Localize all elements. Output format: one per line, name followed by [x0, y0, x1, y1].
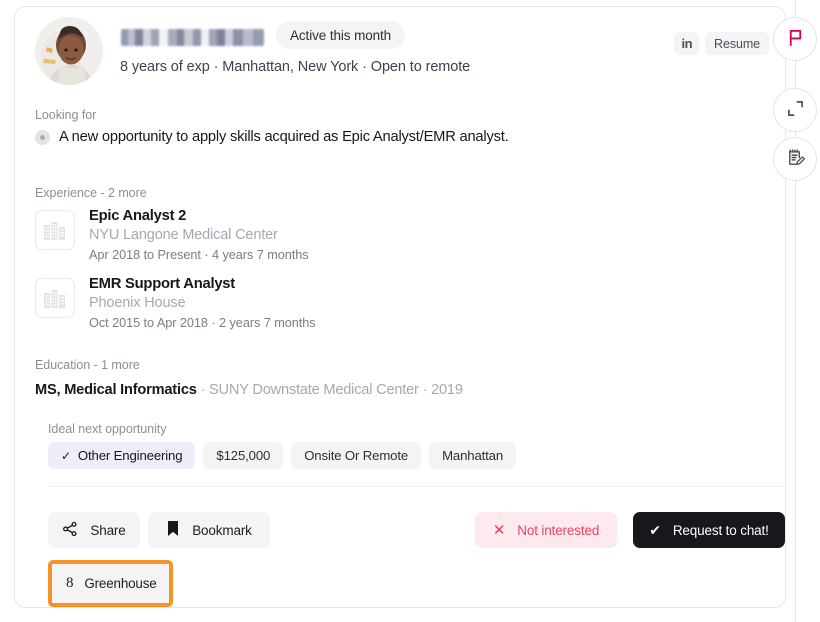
- experience-item: Epic Analyst 2 NYU Langone Medical Cente…: [35, 207, 309, 265]
- company-building-icon: [35, 210, 75, 250]
- education-line: MS, Medical Informatics · SUNY Downstate…: [35, 382, 463, 398]
- ideal-tag-role[interactable]: ✓ Other Engineering: [48, 442, 196, 469]
- not-interested-button[interactable]: ✕ Not interested: [475, 512, 617, 548]
- linkedin-button[interactable]: in: [674, 32, 700, 55]
- greenhouse-icon: 8: [66, 575, 74, 591]
- experience-company: Phoenix House: [89, 295, 186, 311]
- bookmark-icon: [166, 520, 180, 540]
- rail-notes-button[interactable]: [773, 137, 817, 181]
- header-actions: in Resume: [674, 32, 769, 55]
- experience-label: Experience - 2 more: [35, 186, 147, 200]
- ideal-tag-worksite[interactable]: Onsite Or Remote: [291, 442, 422, 469]
- check-icon: ✓: [61, 448, 71, 463]
- avatar[interactable]: [35, 17, 103, 85]
- bookmark-label: Bookmark: [192, 522, 252, 538]
- rail-expand-button[interactable]: [773, 88, 817, 132]
- experience-item: EMR Support Analyst Phoenix House Oct 20…: [35, 275, 316, 333]
- looking-for-text: A new opportunity to apply skills acquir…: [59, 129, 509, 145]
- looking-for-label: Looking for: [35, 108, 97, 122]
- company-building-icon: [35, 278, 75, 318]
- experience-dates: Oct 2015 to Apr 2018 · 2 years 7 months: [89, 316, 316, 330]
- candidate-profile-card: Active this month 8 years of exp · Manha…: [14, 6, 786, 608]
- expand-icon: [787, 100, 804, 120]
- request-chat-label: Request to chat!: [672, 522, 769, 538]
- flag-icon: [786, 28, 805, 50]
- greenhouse-label: Greenhouse: [84, 576, 157, 591]
- rail-flag-button[interactable]: [773, 17, 817, 61]
- ideal-next-opportunity-label: Ideal next opportunity: [48, 422, 167, 436]
- bookmark-button[interactable]: Bookmark: [148, 512, 270, 548]
- education-degree: MS, Medical Informatics: [35, 382, 197, 398]
- education-school-year: · SUNY Downstate Medical Center · 2019: [196, 382, 463, 398]
- share-icon: [62, 521, 78, 540]
- close-icon: ✕: [492, 522, 506, 539]
- greenhouse-highlight-outline: 8 Greenhouse: [48, 560, 173, 607]
- ideal-tag-location[interactable]: Manhattan: [429, 442, 517, 469]
- greenhouse-button[interactable]: 8 Greenhouse: [52, 564, 169, 603]
- experience-text-block: Epic Analyst 2 NYU Langone Medical Cente…: [89, 207, 309, 265]
- ideal-tag-label: Manhattan: [442, 448, 504, 463]
- education-label: Education - 1 more: [35, 358, 140, 372]
- request-chat-button[interactable]: ✔ Request to chat!: [633, 512, 785, 548]
- ideal-tag-salary[interactable]: $125,000: [203, 442, 284, 469]
- experience-title: EMR Support Analyst: [89, 276, 235, 292]
- experience-title: Epic Analyst 2: [89, 208, 187, 224]
- ideal-tag-label: Onsite Or Remote: [304, 448, 409, 463]
- profile-subline: 8 years of exp · Manhattan, New York · O…: [120, 59, 471, 75]
- bullet-dot-icon: [35, 129, 50, 145]
- looking-for-row: A new opportunity to apply skills acquir…: [35, 129, 509, 145]
- experience-dates: Apr 2018 to Present · 4 years 7 months: [89, 248, 309, 262]
- not-interested-label: Not interested: [517, 522, 600, 538]
- ideal-tag-label: Other Engineering: [77, 448, 183, 463]
- candidate-name-redacted: [121, 29, 264, 46]
- linkedin-icon: in: [681, 36, 693, 51]
- resume-button[interactable]: Resume: [705, 32, 769, 55]
- check-icon: ✔: [649, 521, 661, 538]
- ideal-tag-label: $125,000: [216, 448, 271, 463]
- profile-header: Active this month 8 years of exp · Manha…: [15, 7, 785, 99]
- status-badge: Active this month: [276, 21, 406, 49]
- notes-edit-icon: [786, 148, 805, 170]
- experience-company: NYU Langone Medical Center: [89, 227, 278, 243]
- share-button[interactable]: Share: [48, 512, 140, 548]
- share-label: Share: [90, 522, 126, 538]
- right-rail: [772, 0, 820, 622]
- ideal-tags: ✓ Other Engineering $125,000 Onsite Or R…: [48, 442, 517, 469]
- experience-text-block: EMR Support Analyst Phoenix House Oct 20…: [89, 275, 316, 333]
- actions-divider: [48, 486, 785, 487]
